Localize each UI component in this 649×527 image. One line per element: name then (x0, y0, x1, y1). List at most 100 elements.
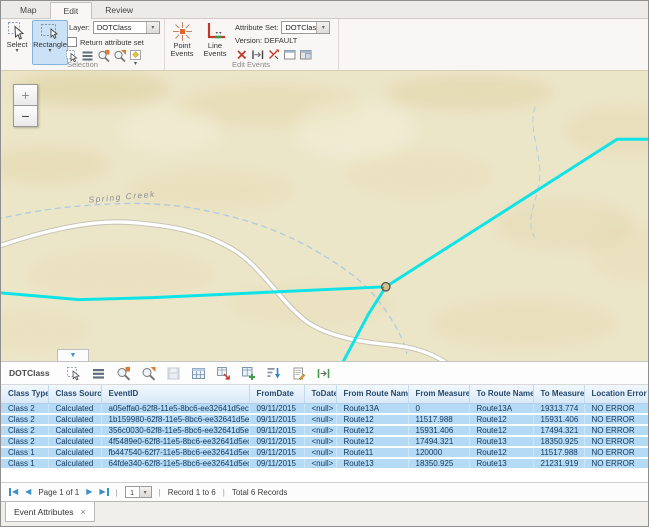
table-cell[interactable]: a05effa0-62f8-11e5-8bc6-ee32641d5ec9 (101, 403, 249, 414)
point-events-button[interactable]: PointEvents (167, 20, 197, 65)
table-cell[interactable]: Calculated (48, 436, 101, 447)
table-cell[interactable]: Route13 (469, 436, 533, 447)
close-tab-icon[interactable]: × (81, 507, 86, 517)
chevron-down-icon[interactable]: ▾ (146, 22, 159, 33)
table-row[interactable]: Class 2Calculated4f5489e0-62f8-11e5-8bc6… (1, 436, 648, 447)
table-cell[interactable]: Route12 (336, 436, 408, 447)
table-cell[interactable]: Route12 (469, 425, 533, 436)
tab-event-attributes[interactable]: Event Attributes × (5, 502, 95, 522)
table-cell[interactable]: 09/11/2015 (249, 436, 304, 447)
select-tool-icon[interactable] (66, 366, 81, 381)
show-all-records-icon[interactable] (91, 366, 106, 381)
column-header[interactable]: EventID (101, 385, 249, 403)
table-cell[interactable]: 09/11/2015 (249, 425, 304, 436)
table-cell[interactable]: <null> (304, 436, 336, 447)
column-header[interactable]: To Route Name (469, 385, 533, 403)
table-cell[interactable]: 356c0030-62f8-11e5-8bc6-ee32641d5ec9 (101, 425, 249, 436)
rescale-icon[interactable] (316, 366, 331, 381)
table-cell[interactable]: Calculated (48, 458, 101, 469)
zoom-to-selection-icon[interactable] (116, 366, 131, 381)
table-cell[interactable]: 19313.774 (533, 403, 584, 414)
table-cell[interactable]: NO ERROR (584, 403, 648, 414)
column-header[interactable]: Location Error (584, 385, 648, 403)
table-cell[interactable]: 09/11/2015 (249, 447, 304, 458)
table-cell[interactable]: NO ERROR (584, 414, 648, 425)
table-cell[interactable]: 11517.988 (533, 447, 584, 458)
table-cell[interactable]: Class 1 (1, 447, 48, 458)
column-header[interactable]: To Measure (533, 385, 584, 403)
export-records-icon[interactable] (216, 366, 231, 381)
table-cell[interactable]: 17494.321 (533, 425, 584, 436)
table-cell[interactable]: NO ERROR (584, 458, 648, 469)
last-page-button[interactable]: ▶ (99, 488, 108, 496)
junction-marker[interactable] (382, 283, 390, 291)
table-row[interactable]: Class 1Calculatedfb447540-62f7-11e5-8bc6… (1, 447, 648, 458)
table-cell[interactable]: 1b159980-62f8-11e5-8bc6-ee32641d5ec9 (101, 414, 249, 425)
table-cell[interactable]: Calculated (48, 403, 101, 414)
layer-select[interactable]: DOTClass ▾ (93, 21, 160, 34)
chevron-down-icon[interactable]: ▾ (139, 487, 151, 497)
table-row[interactable]: Class 1Calculated64fde340-62f8-11e5-8bc6… (1, 458, 648, 469)
table-cell[interactable]: Route13A (469, 403, 533, 414)
zoom-in-button[interactable]: + (13, 84, 38, 106)
edit-notes-icon[interactable] (291, 366, 306, 381)
table-cell[interactable]: Class 2 (1, 436, 48, 447)
column-header[interactable]: FromDate (249, 385, 304, 403)
table-cell[interactable]: Route13 (469, 458, 533, 469)
table-cell[interactable]: 4f5489e0-62f8-11e5-8bc6-ee32641d5ec9 (101, 436, 249, 447)
table-cell[interactable]: <null> (304, 447, 336, 458)
table-cell[interactable]: NO ERROR (584, 425, 648, 436)
save-icon[interactable] (166, 366, 181, 381)
table-cell[interactable]: Route11 (336, 447, 408, 458)
table-cell[interactable]: 09/11/2015 (249, 403, 304, 414)
tab-map[interactable]: Map (7, 2, 50, 18)
column-header[interactable]: From Route Name (336, 385, 408, 403)
table-cell[interactable]: fb447540-62f7-11e5-8bc6-ee32641d5ec9 (101, 447, 249, 458)
table-cell[interactable]: 17494.321 (408, 436, 469, 447)
table-cell[interactable]: 18350.925 (533, 436, 584, 447)
table-cell[interactable]: Route12 (469, 447, 533, 458)
column-header[interactable]: From Measure (408, 385, 469, 403)
table-cell[interactable]: 21231.919 (533, 458, 584, 469)
table-cell[interactable]: 15931.406 (533, 414, 584, 425)
table-row[interactable]: Class 2Calculated1b159980-62f8-11e5-8bc6… (1, 414, 648, 425)
sort-records-icon[interactable] (266, 366, 281, 381)
rectangle-select-button[interactable]: Rectangle ▾ (32, 20, 68, 65)
line-events-button[interactable]: LineEvents (200, 20, 230, 65)
table-cell[interactable]: Class 2 (1, 425, 48, 436)
table-cell[interactable]: Route12 (336, 425, 408, 436)
append-records-icon[interactable] (241, 366, 256, 381)
table-cell[interactable]: NO ERROR (584, 447, 648, 458)
attribute-set-select[interactable]: DOTClass ▾ (281, 21, 330, 34)
table-cell[interactable]: 18350.925 (408, 458, 469, 469)
table-cell[interactable]: Class 1 (1, 458, 48, 469)
table-cell[interactable]: Route13A (336, 403, 408, 414)
next-page-button[interactable]: ▶ (86, 488, 92, 496)
zoom-out-button[interactable]: − (13, 105, 38, 127)
table-cell[interactable]: 11517.988 (408, 414, 469, 425)
table-cell[interactable]: Calculated (48, 414, 101, 425)
table-cell[interactable]: Route13 (336, 458, 408, 469)
page-select[interactable]: 1 ▾ (125, 486, 152, 498)
chevron-down-icon[interactable]: ▾ (316, 22, 329, 33)
table-cell[interactable]: 120000 (408, 447, 469, 458)
table-cell[interactable]: 15931.406 (408, 425, 469, 436)
table-cell[interactable]: <null> (304, 458, 336, 469)
table-cell[interactable]: NO ERROR (584, 436, 648, 447)
select-button[interactable]: Select ▾ (3, 20, 31, 65)
table-row[interactable]: Class 2Calculateda05effa0-62f8-11e5-8bc6… (1, 403, 648, 414)
panel-collapse-button[interactable]: ▼ (57, 349, 89, 361)
table-row[interactable]: Class 2Calculated356c0030-62f8-11e5-8bc6… (1, 425, 648, 436)
map-canvas[interactable]: Spring Creek (1, 71, 648, 361)
first-page-button[interactable]: ◀ (9, 488, 18, 496)
table-cell[interactable]: Class 2 (1, 403, 48, 414)
map-viewport[interactable]: Spring Creek + − ▼ (1, 70, 648, 361)
table-cell[interactable]: 0 (408, 403, 469, 414)
pan-to-selection-icon[interactable] (141, 366, 156, 381)
table-cell[interactable]: Calculated (48, 425, 101, 436)
column-header[interactable]: Class Type (1, 385, 48, 403)
table-cell[interactable]: <null> (304, 425, 336, 436)
column-header[interactable]: Class Source (48, 385, 101, 403)
table-cell[interactable]: Route12 (469, 414, 533, 425)
return-attribute-set-checkbox[interactable] (67, 37, 77, 47)
